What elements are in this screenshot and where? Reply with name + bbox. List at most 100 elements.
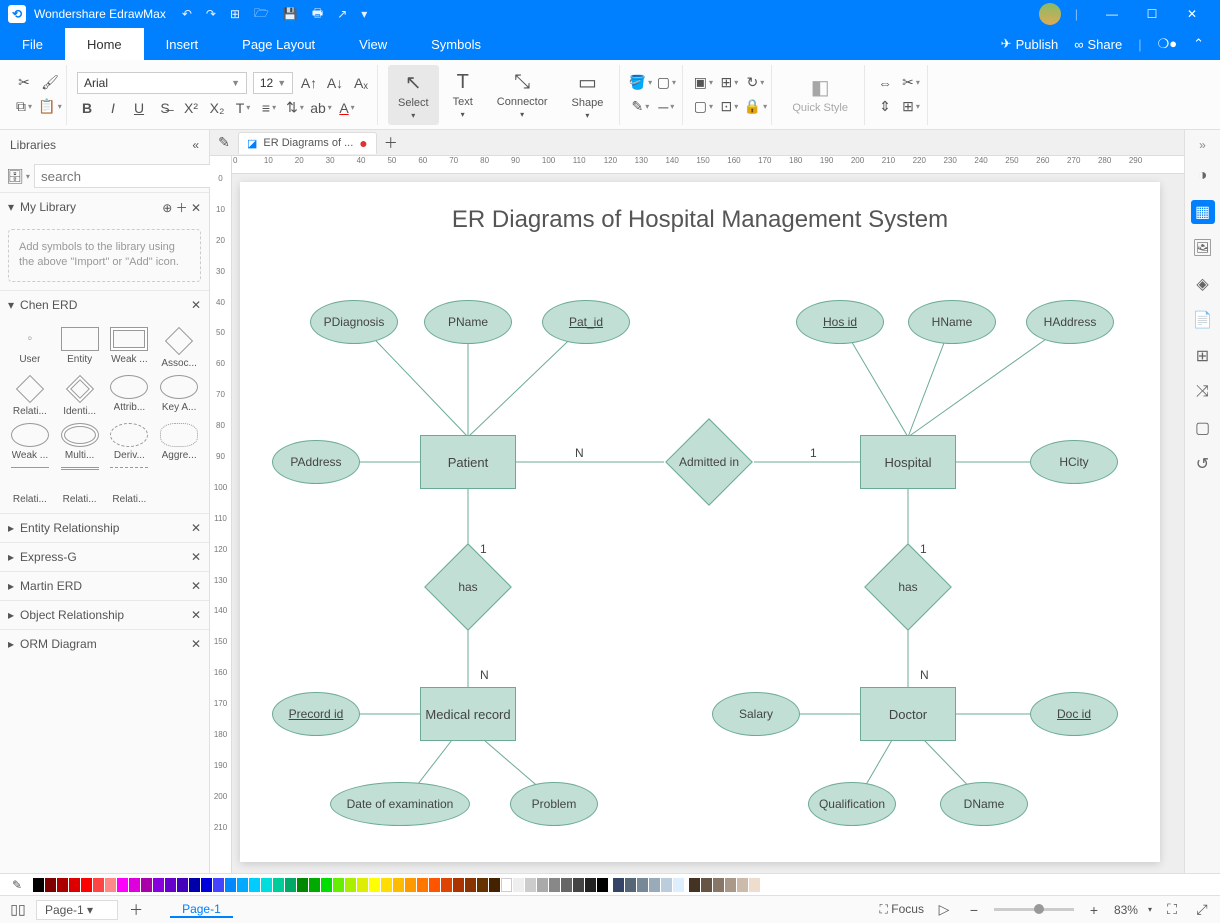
shape-ident[interactable]: Identi...	[56, 373, 104, 419]
fill-icon[interactable]: 🪣	[630, 73, 650, 93]
tab-insert[interactable]: Insert	[144, 28, 221, 60]
color-swatch[interactable]	[625, 878, 636, 892]
cat-objrel[interactable]: ▸ Object Relationship✕	[0, 601, 209, 629]
rel-admitted[interactable]: Admitted in	[664, 435, 754, 489]
attr-pdiagnosis[interactable]: PDiagnosis	[310, 300, 398, 344]
shape-rel3[interactable]: Relati...	[106, 465, 154, 507]
color-swatch[interactable]	[225, 878, 236, 892]
color-swatch[interactable]	[81, 878, 92, 892]
attr-doe[interactable]: Date of examination	[330, 782, 470, 826]
entity-doctor[interactable]: Doctor	[860, 687, 956, 741]
send-back-icon[interactable]: ▢	[693, 97, 713, 117]
zoom-in-icon[interactable]: +	[1084, 900, 1104, 920]
zoom-out-icon[interactable]: −	[964, 900, 984, 920]
color-swatch[interactable]	[153, 878, 164, 892]
color-swatch[interactable]	[465, 878, 476, 892]
attr-hcity[interactable]: HCity	[1030, 440, 1118, 484]
subscript-icon[interactable]: X₂	[207, 98, 227, 118]
color-swatch[interactable]	[749, 878, 760, 892]
focus-button[interactable]: ⛶ Focus	[880, 902, 924, 917]
save-icon[interactable]: 💾	[283, 7, 298, 21]
cat-er[interactable]: ▸ Entity Relationship✕	[0, 514, 209, 542]
crop-icon[interactable]: ✂	[901, 73, 921, 93]
color-swatch[interactable]	[489, 878, 500, 892]
color-swatch[interactable]	[477, 878, 488, 892]
color-swatch[interactable]	[429, 878, 440, 892]
avatar[interactable]	[1039, 3, 1061, 25]
zoom-slider[interactable]	[994, 908, 1074, 911]
page[interactable]: ER Diagrams of Hospital Management Syste…	[240, 182, 1160, 862]
chen-header[interactable]: ▾ Chen ERD✕	[0, 291, 209, 319]
shape-weak-entity[interactable]: Weak ...	[106, 325, 154, 371]
color-swatch[interactable]	[117, 878, 128, 892]
attr-paddress[interactable]: PAddress	[272, 440, 360, 484]
lib-manage-icon[interactable]: 🗄	[8, 166, 28, 186]
play-icon[interactable]: ▷	[934, 900, 954, 920]
pen-icon[interactable]: ✎	[214, 133, 234, 153]
attr-qualification[interactable]: Qualification	[808, 782, 896, 826]
color-swatch[interactable]	[649, 878, 660, 892]
font-inc-icon[interactable]: A↑	[299, 73, 319, 93]
color-swatch[interactable]	[713, 878, 724, 892]
print-icon[interactable]: 🖶	[312, 4, 323, 25]
doc-tab[interactable]: ◪ER Diagrams of ...●	[238, 132, 377, 154]
font-dec-icon[interactable]: A↓	[325, 73, 345, 93]
grid-panel-icon[interactable]: ▦	[1191, 200, 1215, 224]
color-swatch[interactable]	[689, 878, 700, 892]
bold-icon[interactable]: B	[77, 98, 97, 118]
color-swatch[interactable]	[525, 878, 536, 892]
shape-rel2[interactable]: Relati...	[56, 465, 104, 507]
distribute-icon[interactable]: ⊞	[901, 97, 921, 117]
text-tool-button[interactable]: TText▾	[443, 65, 483, 125]
color-swatch[interactable]	[549, 878, 560, 892]
page-select[interactable]: Page-1 ▾	[36, 900, 118, 920]
canvas[interactable]: ER Diagrams of Hospital Management Syste…	[232, 174, 1184, 873]
minimize-icon[interactable]: —	[1092, 7, 1132, 21]
tab-file[interactable]: File	[0, 28, 65, 60]
color-swatch[interactable]	[369, 878, 380, 892]
color-swatch[interactable]	[661, 878, 672, 892]
diagram-title[interactable]: ER Diagrams of Hospital Management Syste…	[240, 206, 1160, 234]
tab-pagelayout[interactable]: Page Layout	[220, 28, 337, 60]
color-swatch[interactable]	[249, 878, 260, 892]
cat-martin[interactable]: ▸ Martin ERD✕	[0, 572, 209, 600]
add-doc-icon[interactable]: ＋	[381, 133, 401, 153]
color-swatch[interactable]	[321, 878, 332, 892]
color-swatch[interactable]	[537, 878, 548, 892]
color-swatch[interactable]	[261, 878, 272, 892]
shuffle-icon[interactable]: ⤨	[1191, 380, 1215, 404]
color-swatch[interactable]	[93, 878, 104, 892]
maximize-icon[interactable]: ☐	[1132, 7, 1172, 21]
color-swatch[interactable]	[453, 878, 464, 892]
collapse-sidebar-icon[interactable]: «	[192, 138, 199, 152]
color-swatch[interactable]	[637, 878, 648, 892]
undo-icon[interactable]: ↶	[182, 7, 192, 21]
shape-weak-attr[interactable]: Weak ...	[6, 421, 54, 463]
italic-icon[interactable]: I	[103, 98, 123, 118]
tab-home[interactable]: Home	[65, 28, 144, 60]
color-swatch[interactable]	[213, 878, 224, 892]
shape-aggre[interactable]: Aggre...	[155, 421, 203, 463]
shape-entity[interactable]: Entity	[56, 325, 104, 371]
page-props-icon[interactable]: 📄	[1191, 308, 1215, 332]
color-swatch[interactable]	[561, 878, 572, 892]
lock-icon[interactable]: 🔒	[745, 97, 765, 117]
spacing-icon[interactable]: ⇅	[285, 98, 305, 118]
tab-view[interactable]: View	[337, 28, 409, 60]
new-icon[interactable]: ⊞	[230, 7, 240, 21]
shape-user[interactable]: ☺User	[6, 325, 54, 371]
theme-icon[interactable]: ◑	[1191, 164, 1215, 188]
color-swatch[interactable]	[737, 878, 748, 892]
attr-docid[interactable]: Doc id	[1030, 692, 1118, 736]
color-swatch[interactable]	[513, 878, 524, 892]
same-width-icon[interactable]: ⇔	[875, 73, 895, 93]
shape-tool-button[interactable]: ▭Shape▾	[562, 65, 614, 125]
format-painter-icon[interactable]: 🖌	[40, 73, 60, 93]
line-style-icon[interactable]: ─	[656, 97, 676, 117]
bring-front-icon[interactable]: ▣	[693, 73, 713, 93]
color-swatch[interactable]	[441, 878, 452, 892]
mylib-header[interactable]: ▾ My Library⊕ ＋ ✕	[0, 193, 209, 221]
publish-button[interactable]: ✈ Publish	[1001, 36, 1059, 52]
page-nav-icon[interactable]: ▯▯	[8, 900, 28, 920]
attr-hosid[interactable]: Hos id	[796, 300, 884, 344]
